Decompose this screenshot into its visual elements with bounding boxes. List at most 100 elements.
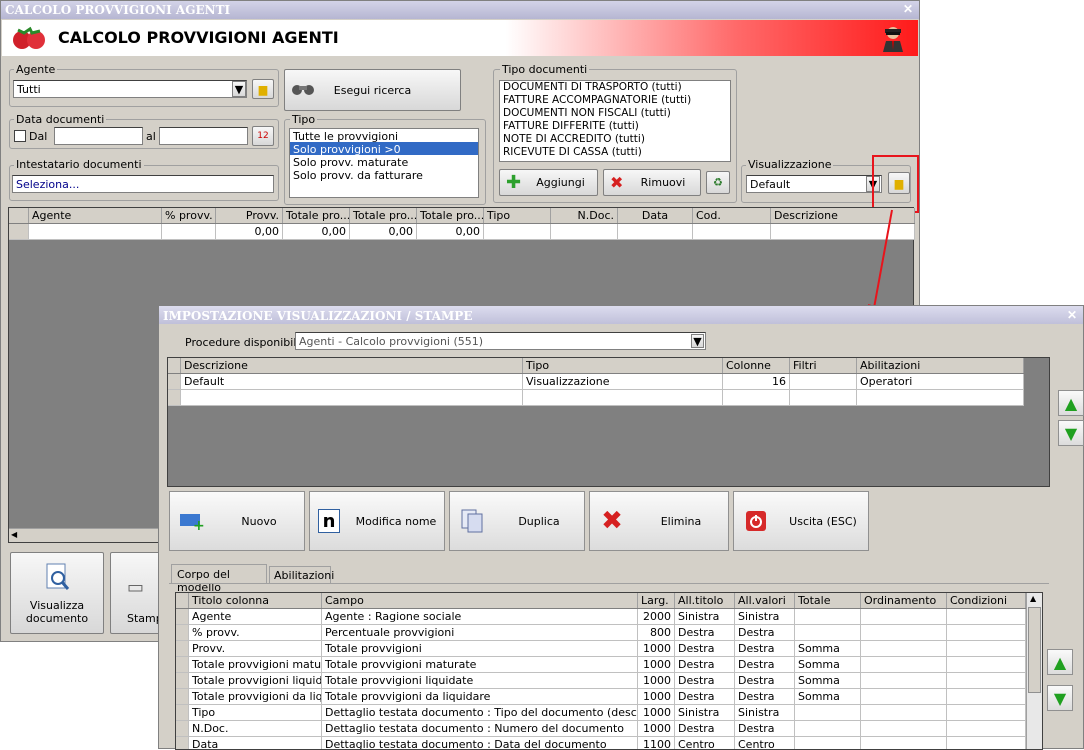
- col-header[interactable]: Totale pro...: [417, 208, 484, 223]
- tipo-item-selected[interactable]: Solo provvigioni >0: [290, 142, 478, 156]
- col-header[interactable]: N.Doc.: [551, 208, 618, 223]
- scrollbar-thumb[interactable]: [1028, 607, 1041, 693]
- col-header[interactable]: Abilitazioni: [857, 358, 1024, 373]
- tipo-list[interactable]: Tutte le provvigioni Solo provvigioni >0…: [289, 128, 479, 198]
- cell: 1000: [638, 641, 675, 657]
- tipo-documento-item[interactable]: RICEVUTE DI CASSA (tutti): [500, 146, 730, 159]
- date-to-input[interactable]: [159, 127, 248, 145]
- tipo-item[interactable]: Solo provv. da fatturare: [290, 168, 478, 182]
- date-from-input[interactable]: [54, 127, 143, 145]
- col-header[interactable]: Cod.: [693, 208, 771, 223]
- procedure-select[interactable]: Agenti - Calcolo provvigioni (551): [295, 332, 706, 350]
- tipo-documento-item[interactable]: FATTURE DIFFERITE (tutti): [500, 120, 730, 133]
- stampa-button[interactable]: ▭ Stamp: [110, 552, 163, 634]
- scroll-left-icon[interactable]: ◀: [11, 530, 17, 539]
- total-cell: [29, 224, 162, 240]
- col-header[interactable]: Totale pro...: [283, 208, 350, 223]
- cell: Somma: [795, 689, 861, 705]
- columns-grid: Titolo colonna Campo Larg. All.titolo Al…: [175, 592, 1043, 750]
- row-header[interactable]: [176, 737, 189, 749]
- field-move-down-button[interactable]: ▼: [1047, 685, 1073, 711]
- tipo-documento-item[interactable]: DOCUMENTI DI TRASPORTO (tutti): [500, 81, 730, 94]
- visualizzazione-select[interactable]: Default: [746, 175, 882, 193]
- col-header[interactable]: Tipo: [484, 208, 551, 223]
- recycle-icon[interactable]: ♻: [706, 171, 730, 194]
- table-row[interactable]: Default Visualizzazione 16 Operatori: [168, 374, 1024, 390]
- main-window-title: CALCOLO PROVVIGIONI AGENTI: [5, 3, 231, 17]
- col-header[interactable]: All.valori: [735, 593, 795, 608]
- col-header[interactable]: Titolo colonna: [189, 593, 322, 608]
- col-header[interactable]: Totale: [795, 593, 861, 608]
- chevron-down-icon[interactable]: ▼: [232, 81, 246, 97]
- horizontal-scrollbar[interactable]: ◀: [9, 528, 161, 542]
- main-title-bar: CALCOLO PROVVIGIONI AGENTI ✕: [1, 1, 919, 19]
- scroll-up-icon[interactable]: ▲: [1030, 594, 1036, 603]
- agente-select[interactable]: Tutti: [13, 80, 247, 98]
- table-row[interactable]: Agente Agente : Ragione sociale 2000 Sinist…: [176, 609, 1026, 625]
- modifica-nome-button[interactable]: n Modifica nome: [309, 491, 445, 551]
- tipo-item[interactable]: Solo provv. maturate: [290, 155, 478, 169]
- duplica-button[interactable]: Duplica: [449, 491, 585, 551]
- nuovo-button[interactable]: + Nuovo: [169, 491, 305, 551]
- aggiungi-button[interactable]: ✚ Aggiungi: [499, 169, 598, 196]
- col-header[interactable]: Provv.: [216, 208, 283, 223]
- dal-checkbox[interactable]: [14, 130, 26, 142]
- table-row[interactable]: Totale provvigioni matu... Totale provvig…: [176, 657, 1026, 673]
- table-row[interactable]: N.Doc. Dettaglio testata documento : Nume…: [176, 721, 1026, 737]
- col-header[interactable]: Agente: [29, 208, 162, 223]
- close-icon[interactable]: ✕: [903, 2, 913, 16]
- field-move-up-button[interactable]: ▲: [1047, 649, 1073, 675]
- intestatario-input[interactable]: Seleziona...: [12, 175, 274, 193]
- vertical-scrollbar[interactable]: ▲: [1026, 593, 1042, 749]
- col-header[interactable]: Filtri: [790, 358, 857, 373]
- col-header[interactable]: All.titolo: [675, 593, 735, 608]
- close-icon[interactable]: ✕: [1067, 308, 1077, 322]
- row-header[interactable]: [176, 625, 189, 641]
- row-header[interactable]: [176, 689, 189, 705]
- rename-icon: n: [318, 509, 340, 533]
- elimina-button[interactable]: ✖ Elimina: [589, 491, 729, 551]
- col-header[interactable]: Condizioni: [947, 593, 1026, 608]
- col-header[interactable]: Campo: [322, 593, 638, 608]
- row-header[interactable]: [176, 673, 189, 689]
- row-header[interactable]: [176, 641, 189, 657]
- row-header[interactable]: [176, 705, 189, 721]
- table-row[interactable]: [168, 390, 1024, 406]
- move-up-button[interactable]: ▲: [1058, 390, 1084, 416]
- move-down-button[interactable]: ▼: [1058, 420, 1084, 446]
- chevron-down-icon[interactable]: ▼: [691, 334, 704, 348]
- tab-corpo-modello[interactable]: Corpo del modello: [171, 564, 267, 594]
- visualizza-documento-button[interactable]: Visualizza documento: [10, 552, 104, 634]
- tipo-documenti-list[interactable]: DOCUMENTI DI TRASPORTO (tutti) FATTURE A…: [499, 80, 731, 162]
- agente-folder-button[interactable]: ▆: [252, 79, 274, 99]
- search-button[interactable]: Esegui ricerca: [284, 69, 461, 111]
- table-row[interactable]: Provv. Totale provvigioni 1000 Destra Destra…: [176, 641, 1026, 657]
- col-header[interactable]: Data: [618, 208, 693, 223]
- row-header[interactable]: [176, 657, 189, 673]
- table-row[interactable]: Data Dettaglio testata documento : Data d…: [176, 737, 1026, 749]
- calendar-icon[interactable]: 12: [252, 126, 274, 146]
- tab-abilitazioni[interactable]: Abilitazioni: [269, 566, 334, 584]
- col-header[interactable]: Descrizione: [181, 358, 523, 373]
- uscita-button[interactable]: Uscita (ESC): [733, 491, 869, 551]
- col-header[interactable]: Ordinamento: [861, 593, 947, 608]
- col-header[interactable]: Colonne: [723, 358, 790, 373]
- col-header[interactable]: % provv.: [162, 208, 216, 223]
- row-header[interactable]: [176, 721, 189, 737]
- table-row[interactable]: % provv. Percentuale provvigioni 800 Destra…: [176, 625, 1026, 641]
- cell: 1000: [638, 689, 675, 705]
- folder-icon: ▆: [258, 82, 268, 96]
- col-header[interactable]: Larg.: [638, 593, 675, 608]
- row-header[interactable]: [176, 609, 189, 625]
- table-row[interactable]: Totale provvigioni da liq... Totale provv…: [176, 689, 1026, 705]
- tipo-documento-item[interactable]: DOCUMENTI NON FISCALI (tutti): [500, 107, 730, 120]
- table-row[interactable]: Totale provvigioni liquid... Totale provv…: [176, 673, 1026, 689]
- col-header[interactable]: Tipo: [523, 358, 723, 373]
- tipo-documento-item[interactable]: FATTURE ACCOMPAGNATORIE (tutti): [500, 94, 730, 107]
- col-header[interactable]: Totale pro...: [350, 208, 417, 223]
- table-row[interactable]: Tipo Dettaglio testata documento : Tipo d…: [176, 705, 1026, 721]
- tipo-item[interactable]: Tutte le provvigioni: [290, 129, 478, 143]
- tipo-documento-item[interactable]: NOTE DI ACCREDITO (tutti): [500, 133, 730, 146]
- rimuovi-button[interactable]: ✖ Rimuovi: [603, 169, 701, 196]
- cell: Somma: [795, 657, 861, 673]
